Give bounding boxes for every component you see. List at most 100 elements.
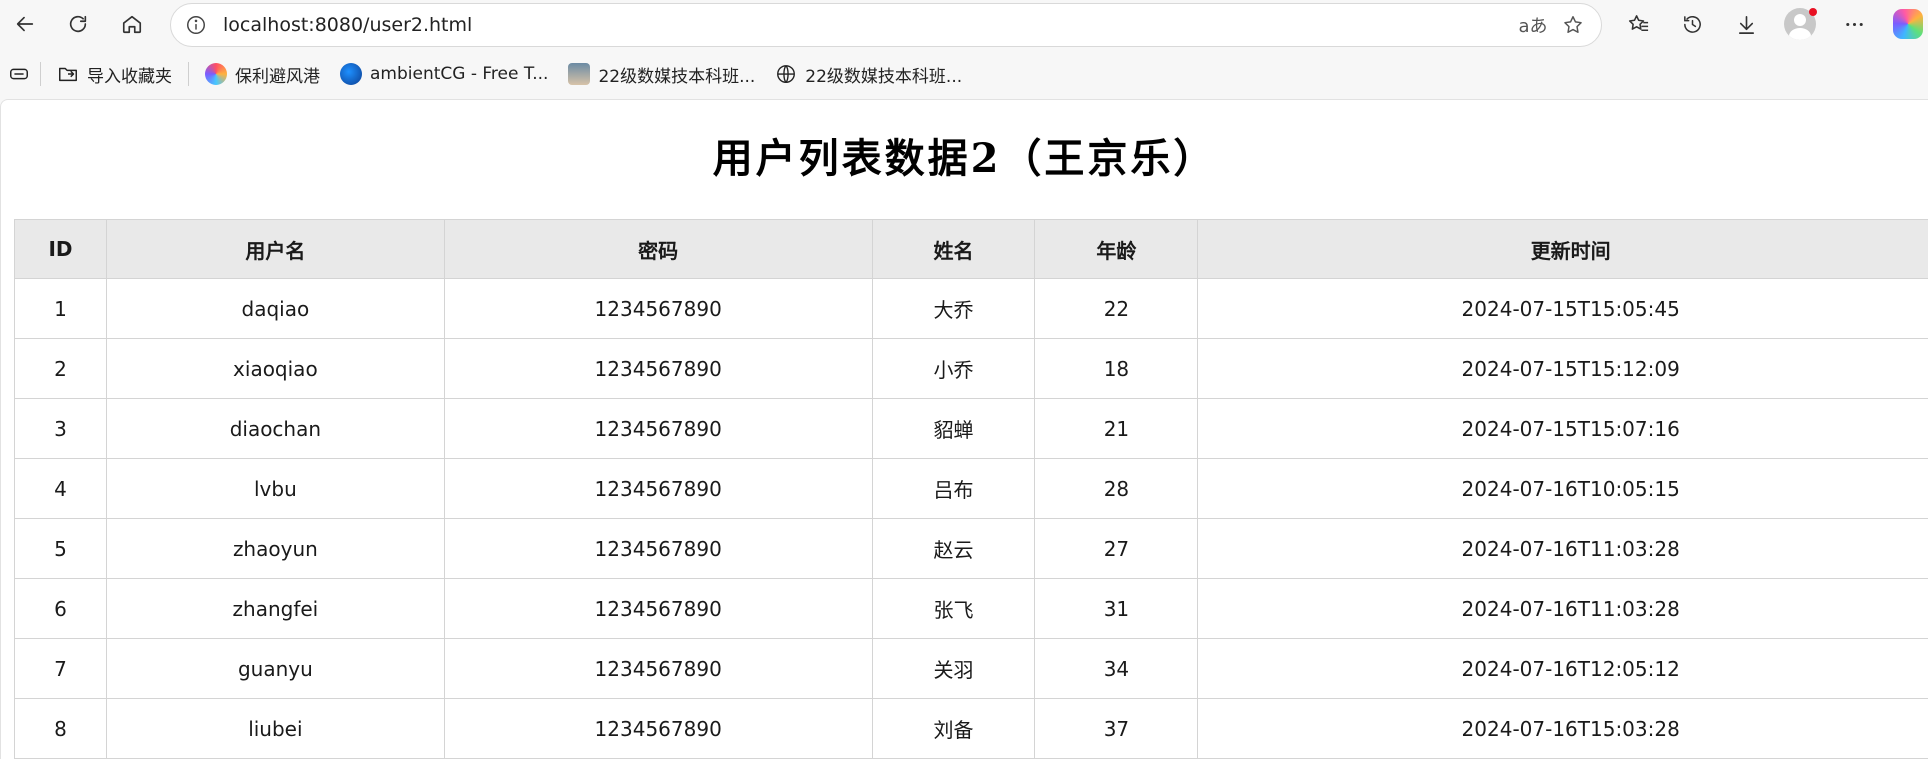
cell-password: 1234567890 <box>443 458 873 519</box>
favorites-button[interactable] <box>1618 4 1658 44</box>
bookmark-label: ambientCG - Free T... <box>370 64 549 84</box>
header-age: 年龄 <box>1034 219 1199 279</box>
photo-favicon-icon <box>568 63 591 85</box>
page-title: 用户列表数据2（王京乐） <box>712 135 1217 182</box>
cell-id: 8 <box>14 698 107 759</box>
profile-button[interactable] <box>1780 4 1820 44</box>
cell-id: 1 <box>14 278 107 339</box>
tab-actions-button[interactable] <box>0 56 34 92</box>
favorites-icon <box>1628 14 1648 31</box>
cell-update-time: 2024-07-16T10:05:15 <box>1197 458 1928 519</box>
more-button[interactable] <box>1834 4 1874 44</box>
browser-toolbar: aあ <box>0 0 1928 49</box>
cell-update-time: 2024-07-16T11:03:28 <box>1197 578 1928 639</box>
cell-update-time: 2024-07-16T15:03:28 <box>1197 698 1928 759</box>
cell-name: 大乔 <box>871 278 1036 339</box>
back-button[interactable] <box>5 4 45 44</box>
poly-favicon-icon <box>205 63 227 85</box>
cell-password: 1234567890 <box>443 398 873 459</box>
add-favorite-button[interactable] <box>1553 5 1593 45</box>
cell-password: 1234567890 <box>443 518 873 579</box>
cell-age: 27 <box>1034 518 1199 579</box>
cell-update-time: 2024-07-16T12:05:12 <box>1197 638 1928 699</box>
bookmark-ambientcg[interactable]: ambientCG - Free T... <box>330 56 558 92</box>
home-button[interactable] <box>112 4 152 44</box>
tab-actions-icon <box>10 68 28 80</box>
cell-age: 22 <box>1034 278 1199 339</box>
cell-password: 1234567890 <box>443 278 873 339</box>
info-icon[interactable] <box>185 14 207 36</box>
bookmark-poly[interactable]: 保利避风港 <box>195 56 330 92</box>
cell-name: 赵云 <box>871 518 1036 579</box>
cell-name: 张飞 <box>871 578 1036 639</box>
more-icon <box>1845 22 1863 26</box>
header-update-time: 更新时间 <box>1197 219 1928 279</box>
address-bar[interactable]: aあ <box>170 3 1602 47</box>
cell-username: xiaoqiao <box>105 338 445 399</box>
table-row: 8 liubei 1234567890 刘备 37 2024-07-16T15:… <box>14 698 1928 759</box>
table-row: 1 daqiao 1234567890 大乔 22 2024-07-15T15:… <box>14 278 1928 339</box>
notification-dot <box>1809 8 1817 16</box>
table-row: 4 lvbu 1234567890 吕布 28 2024-07-16T10:05… <box>14 458 1928 519</box>
bookmark-class-2[interactable]: 22级数媒技本科班... <box>765 56 972 92</box>
history-icon <box>1683 15 1701 33</box>
bookmark-label: 保利避风港 <box>235 66 320 87</box>
cell-name: 貂蝉 <box>871 398 1036 459</box>
ambientcg-favicon-icon <box>340 63 362 85</box>
cell-username: daqiao <box>105 278 445 339</box>
cell-username: liubei <box>105 698 445 759</box>
table-header-row: ID 用户名 密码 姓名 年龄 更新时间 <box>14 219 1928 279</box>
refresh-icon <box>69 15 87 33</box>
refresh-button[interactable] <box>58 4 98 44</box>
header-password: 密码 <box>443 219 873 279</box>
cell-password: 1234567890 <box>443 638 873 699</box>
cell-age: 34 <box>1034 638 1199 699</box>
read-aloud-button[interactable]: aあ <box>1513 5 1553 45</box>
cell-name: 小乔 <box>871 338 1036 399</box>
back-icon <box>16 16 34 32</box>
cell-username: lvbu <box>105 458 445 519</box>
cell-id: 6 <box>14 578 107 639</box>
globe-icon <box>777 65 796 83</box>
url-input[interactable] <box>221 13 1513 37</box>
user-table: ID 用户名 密码 姓名 年龄 更新时间 1 daqiao 1234567890… <box>14 219 1928 759</box>
bookmark-import-favorites[interactable]: 导入收藏夹 <box>47 56 182 92</box>
read-aloud-icon: aあ <box>1518 16 1548 37</box>
header-username: 用户名 <box>105 219 445 279</box>
cell-id: 7 <box>14 638 107 699</box>
browser-tools <box>1618 4 1928 44</box>
import-favorites-icon <box>59 67 77 82</box>
cell-password: 1234567890 <box>443 698 873 759</box>
home-icon <box>122 15 142 34</box>
bookmark-label: 22级数媒技本科班... <box>805 66 963 87</box>
cell-name: 刘备 <box>871 698 1036 759</box>
cell-name: 吕布 <box>871 458 1036 519</box>
cell-age: 37 <box>1034 698 1199 759</box>
cell-password: 1234567890 <box>443 578 873 639</box>
bookmark-label: 导入收藏夹 <box>87 66 172 87</box>
cell-id: 5 <box>14 518 107 579</box>
cell-username: diaochan <box>105 398 445 459</box>
bookmarks-divider <box>40 62 41 86</box>
copilot-button[interactable] <box>1888 4 1928 44</box>
history-button[interactable] <box>1672 4 1712 44</box>
cell-update-time: 2024-07-15T15:07:16 <box>1197 398 1928 459</box>
cell-name: 关羽 <box>871 638 1036 699</box>
cell-age: 31 <box>1034 578 1199 639</box>
bookmark-label: 22级数媒技本科班... <box>598 66 756 87</box>
bookmarks-bar: 导入收藏夹 保利避风港 ambientCG - Free T... 22级数媒技… <box>0 49 1928 99</box>
cell-id: 4 <box>14 458 107 519</box>
table-row: 6 zhangfei 1234567890 张飞 31 2024-07-16T1… <box>14 578 1928 639</box>
page-viewport: 用户列表数据2（王京乐） ID 用户名 密码 姓名 年龄 更新时间 1 daqi… <box>0 99 1928 759</box>
cell-password: 1234567890 <box>443 338 873 399</box>
favorite-star-icon <box>1564 16 1582 33</box>
table-row: 3 diaochan 1234567890 貂蝉 21 2024-07-15T1… <box>14 398 1928 459</box>
cell-age: 21 <box>1034 398 1199 459</box>
cell-update-time: 2024-07-15T15:05:45 <box>1197 278 1928 339</box>
downloads-button[interactable] <box>1726 4 1766 44</box>
cell-id: 3 <box>14 398 107 459</box>
header-name: 姓名 <box>871 219 1036 279</box>
bookmark-class-1[interactable]: 22级数媒技本科班... <box>558 56 765 92</box>
header-id: ID <box>14 219 107 279</box>
cell-id: 2 <box>14 338 107 399</box>
